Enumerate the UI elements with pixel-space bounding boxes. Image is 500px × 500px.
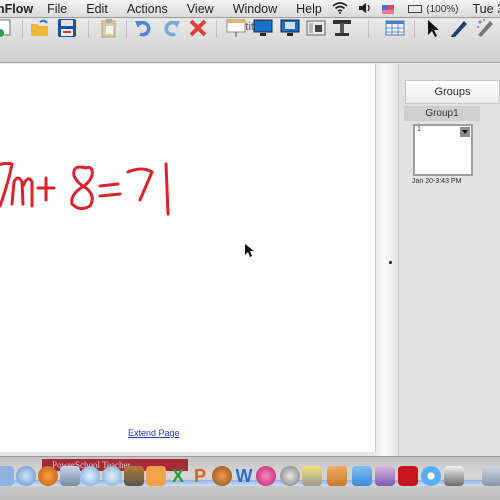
applications-icon[interactable] (482, 466, 500, 486)
new-page-button[interactable] (0, 18, 14, 38)
toolbar-separator (88, 20, 89, 38)
open-button[interactable] (30, 18, 50, 38)
toolbar-separator (368, 20, 369, 38)
select-tool-button[interactable] (423, 18, 443, 38)
pen-icon (451, 21, 467, 37)
camera-icon (306, 20, 326, 36)
presentation-button[interactable] (226, 18, 246, 38)
toolbar-separator (414, 20, 415, 38)
us-flag-icon[interactable] (382, 4, 395, 14)
redo-button[interactable] (161, 18, 181, 38)
magic-wand-icon (477, 19, 493, 37)
pages-icon[interactable] (146, 466, 166, 486)
menu-view[interactable]: View (187, 2, 214, 16)
text-tool-button[interactable] (332, 18, 352, 38)
powerpoint-icon[interactable]: P (190, 466, 210, 486)
whiteboard-canvas[interactable] (0, 64, 376, 452)
menu-bar: nFlow File Edit Actions View Window Help… (0, 0, 500, 18)
excel-icon[interactable]: X (168, 466, 188, 486)
groups-panel (398, 64, 500, 456)
undo-icon (135, 20, 151, 37)
clock[interactable]: Tue 3 (472, 2, 500, 16)
paste-button[interactable] (99, 18, 119, 38)
mouse-cursor-icon (245, 244, 254, 257)
pen-tool-button[interactable] (449, 18, 469, 38)
app-menu[interactable]: nFlow (0, 2, 33, 16)
groups-header-button[interactable]: Groups (405, 80, 500, 104)
toolbar-separator (216, 20, 217, 38)
battery-percent: (100%) (426, 3, 459, 15)
toolbar-separator (126, 20, 127, 38)
redo-icon (164, 20, 180, 37)
table-icon (385, 20, 405, 36)
panel-splitter[interactable] (376, 64, 398, 456)
safari-icon[interactable] (16, 466, 36, 486)
monitor-split-button[interactable] (280, 18, 300, 38)
ink-stroke-7 (0, 161, 14, 208)
arrow-pointer-icon (428, 20, 439, 37)
camera-button[interactable] (306, 18, 326, 38)
firefox-icon[interactable] (38, 466, 58, 486)
textedit-icon[interactable] (352, 466, 372, 486)
handwritten-equation (0, 161, 170, 216)
finder-icon[interactable] (0, 466, 14, 486)
group-tab-group1[interactable]: Group1 (404, 106, 480, 121)
monitor-book-icon (280, 19, 300, 36)
new-page-icon (0, 19, 11, 37)
word-icon[interactable]: W (234, 466, 254, 486)
menu-help[interactable]: Help (296, 2, 322, 16)
ink-stroke-equals (98, 182, 122, 198)
garageband-icon[interactable] (212, 466, 232, 486)
red-x-icon (189, 19, 207, 37)
thumbnail-dropdown-icon[interactable] (460, 127, 470, 137)
splitter-grip-icon[interactable] (389, 261, 392, 264)
ink-stroke-8 (70, 165, 94, 211)
battery-charging-icon[interactable] (408, 5, 423, 13)
acrobat-icon[interactable] (398, 466, 418, 486)
menu-window[interactable]: Window (233, 2, 277, 16)
undo-button[interactable] (134, 18, 154, 38)
iphoto-icon[interactable] (60, 466, 80, 486)
monitor-button[interactable] (253, 18, 273, 38)
table-button[interactable] (385, 18, 405, 38)
iphoto-slideshow-icon[interactable] (375, 466, 395, 486)
image-capture-icon[interactable] (124, 466, 144, 486)
page-timestamp: Jan 20-3:43 PM (412, 178, 462, 185)
lovecheck-icon[interactable] (256, 466, 276, 486)
delete-button[interactable] (188, 18, 208, 38)
text-tool-icon (333, 20, 351, 36)
menu-actions[interactable]: Actions (127, 2, 168, 16)
clipboard-icon (101, 19, 116, 38)
page-number: 1 (417, 126, 421, 133)
ink-stroke-plus (36, 176, 56, 202)
extend-page-link[interactable]: Extend Page (128, 428, 180, 438)
preview-icon[interactable] (302, 466, 322, 486)
ink-stroke-7b (126, 167, 154, 202)
keynote-icon[interactable] (327, 466, 347, 486)
system-preferences-icon[interactable] (280, 466, 300, 486)
projector-screen-icon (226, 19, 246, 37)
ichat-icon[interactable] (80, 466, 100, 486)
monitor-icon (253, 19, 273, 36)
menu-edit[interactable]: Edit (86, 2, 108, 16)
magic-pen-button[interactable] (475, 18, 495, 38)
dvd-player-icon[interactable] (421, 466, 441, 486)
toolbar-separator (22, 20, 23, 38)
ink-stroke-m (10, 176, 34, 208)
itunes-icon[interactable] (102, 466, 122, 486)
wifi-icon[interactable] (332, 1, 348, 17)
folder-open-icon (31, 19, 48, 36)
save-button[interactable] (57, 18, 77, 38)
ink-stroke-1 (164, 162, 170, 216)
page-thumbnail[interactable]: 1 (413, 124, 473, 176)
scanner-icon[interactable] (444, 466, 464, 486)
menu-file[interactable]: File (47, 2, 67, 16)
volume-icon[interactable] (358, 2, 372, 17)
floppy-disk-icon (58, 19, 76, 37)
